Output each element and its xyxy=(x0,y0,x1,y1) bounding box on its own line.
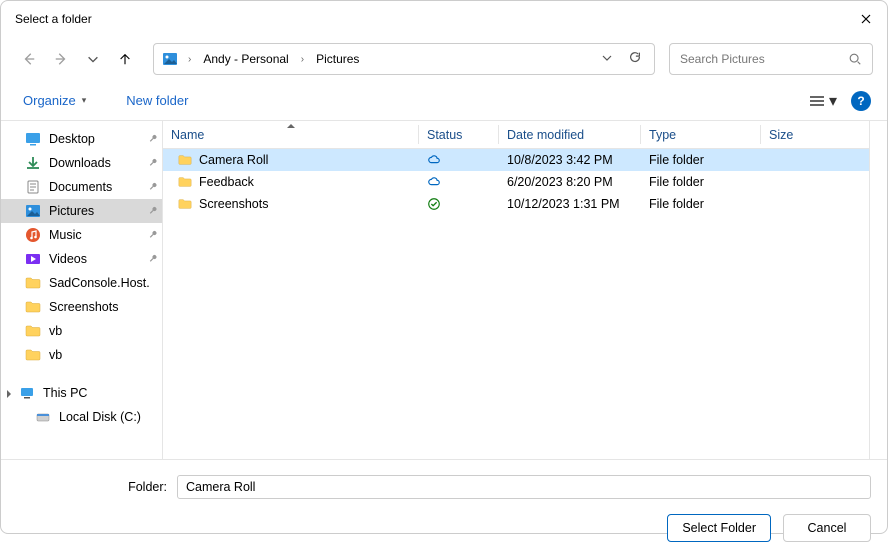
status-icon xyxy=(427,153,441,167)
folder-field-label: Folder: xyxy=(17,480,167,494)
sidebar-item[interactable]: Music xyxy=(1,223,163,247)
sort-indicator-icon xyxy=(287,120,295,128)
file-type: File folder xyxy=(641,175,761,189)
help-button[interactable]: ? xyxy=(851,91,871,111)
nav-recent-dropdown[interactable] xyxy=(79,45,107,73)
breadcrumb-current[interactable]: Pictures xyxy=(312,52,363,66)
organize-button[interactable]: Organize ▾ xyxy=(17,89,92,112)
music-icon xyxy=(25,227,41,243)
folder-icon xyxy=(177,153,193,167)
caret-down-icon: ▾ xyxy=(829,91,837,111)
column-type[interactable]: Type xyxy=(641,121,761,148)
search-icon xyxy=(848,52,862,66)
scrollbar[interactable] xyxy=(869,121,887,459)
status-icon xyxy=(427,197,441,211)
refresh-button[interactable] xyxy=(622,50,648,69)
file-date: 6/20/2023 8:20 PM xyxy=(499,175,641,189)
sidebar-item-label: Desktop xyxy=(49,132,95,146)
sidebar-item-label: This PC xyxy=(43,386,87,400)
column-date[interactable]: Date modified xyxy=(499,121,641,148)
documents-icon xyxy=(25,179,41,195)
sidebar-item[interactable]: Documents xyxy=(1,175,163,199)
desktop-icon xyxy=(25,131,41,147)
select-folder-button[interactable]: Select Folder xyxy=(667,514,771,542)
search-input[interactable]: Search Pictures xyxy=(669,43,873,75)
new-folder-label: New folder xyxy=(126,93,188,108)
nav-forward-button[interactable] xyxy=(47,45,75,73)
address-bar[interactable]: › Andy - Personal › Pictures xyxy=(153,43,655,75)
sidebar-item-label: Pictures xyxy=(49,204,94,218)
status-icon xyxy=(427,175,441,189)
chevron-right-icon[interactable]: › xyxy=(184,54,195,65)
close-button[interactable] xyxy=(859,12,873,26)
folder-icon xyxy=(25,323,41,339)
column-size[interactable]: Size xyxy=(761,121,839,148)
sidebar-disk[interactable]: Local Disk (C:) xyxy=(1,405,163,429)
pin-icon xyxy=(144,155,160,171)
caret-down-icon: ▾ xyxy=(82,95,87,106)
pin-icon xyxy=(144,179,160,195)
sidebar-item-label: Documents xyxy=(49,180,112,194)
sidebar-item[interactable]: Downloads xyxy=(1,151,163,175)
pin-icon xyxy=(144,251,160,267)
sidebar-item[interactable]: SadConsole.Host. xyxy=(1,271,163,295)
pictures-icon xyxy=(160,49,180,69)
file-type: File folder xyxy=(641,153,761,167)
sidebar-item-label: Local Disk (C:) xyxy=(59,410,141,424)
folder-icon xyxy=(25,347,41,363)
file-name: Screenshots xyxy=(199,197,268,211)
dialog-title: Select a folder xyxy=(15,12,859,26)
breadcrumb-root[interactable]: Andy - Personal xyxy=(199,52,292,66)
file-type: File folder xyxy=(641,197,761,211)
sidebar-item-label: Downloads xyxy=(49,156,111,170)
pictures-icon xyxy=(25,203,41,219)
pc-icon xyxy=(19,385,35,401)
sidebar-item-label: Screenshots xyxy=(49,300,118,314)
pin-icon xyxy=(144,203,160,219)
sidebar-item[interactable]: Videos xyxy=(1,247,163,271)
folder-icon xyxy=(177,197,193,211)
sidebar-item[interactable]: Screenshots xyxy=(1,295,163,319)
nav-back-button[interactable] xyxy=(15,45,43,73)
downloads-icon xyxy=(25,155,41,171)
file-name: Camera Roll xyxy=(199,153,268,167)
pin-icon xyxy=(144,227,160,243)
folder-field[interactable] xyxy=(177,475,871,499)
file-name: Feedback xyxy=(199,175,254,189)
nav-up-button[interactable] xyxy=(111,45,139,73)
disk-icon xyxy=(35,409,51,425)
column-status[interactable]: Status xyxy=(419,121,499,148)
chevron-right-icon[interactable]: › xyxy=(297,54,308,65)
file-date: 10/8/2023 3:42 PM xyxy=(499,153,641,167)
file-date: 10/12/2023 1:31 PM xyxy=(499,197,641,211)
sidebar-item[interactable]: vb xyxy=(1,343,163,367)
table-row[interactable]: Screenshots 10/12/2023 1:31 PM File fold… xyxy=(163,193,869,215)
pin-icon xyxy=(144,131,160,147)
file-list: Name Status Date modified Type Size Came… xyxy=(163,121,869,459)
sidebar-this-pc[interactable]: This PC xyxy=(1,381,163,405)
cancel-button[interactable]: Cancel xyxy=(783,514,871,542)
sidebar: Desktop Downloads Documents Pictures Music Vi… xyxy=(1,121,163,459)
sidebar-item-label: vb xyxy=(49,324,62,338)
view-button[interactable]: ▾ xyxy=(809,91,837,111)
sidebar-item[interactable]: vb xyxy=(1,319,163,343)
sidebar-item-label: Music xyxy=(49,228,82,242)
table-row[interactable]: Camera Roll 10/8/2023 3:42 PM File folde… xyxy=(163,149,869,171)
table-row[interactable]: Feedback 6/20/2023 8:20 PM File folder xyxy=(163,171,869,193)
address-dropdown[interactable] xyxy=(596,50,618,68)
sidebar-item[interactable]: Pictures xyxy=(1,199,163,223)
organize-label: Organize xyxy=(23,93,76,108)
folder-icon xyxy=(177,175,193,189)
folder-icon xyxy=(25,275,41,291)
sidebar-item-label: Videos xyxy=(49,252,87,266)
search-placeholder: Search Pictures xyxy=(680,52,848,66)
new-folder-button[interactable]: New folder xyxy=(120,89,194,112)
sidebar-item-label: vb xyxy=(49,348,62,362)
sidebar-item-label: SadConsole.Host. xyxy=(49,276,150,290)
column-name[interactable]: Name xyxy=(163,121,419,148)
sidebar-item[interactable]: Desktop xyxy=(1,127,163,151)
videos-icon xyxy=(25,251,41,267)
folder-icon xyxy=(25,299,41,315)
